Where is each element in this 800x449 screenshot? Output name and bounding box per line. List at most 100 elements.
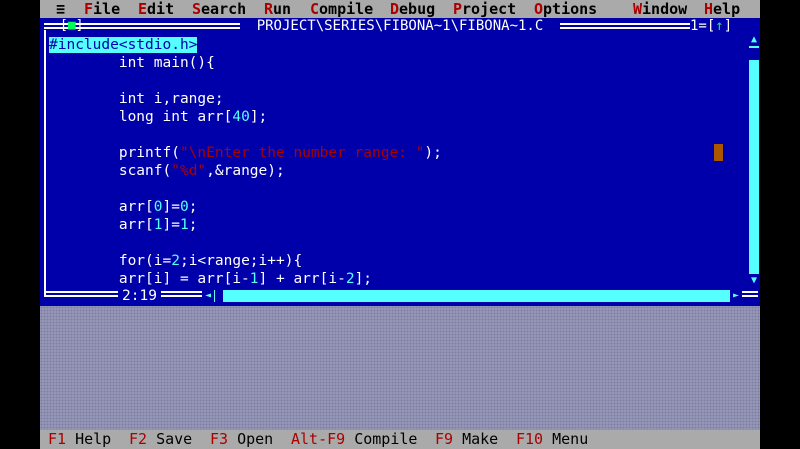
zoom-arrow-icon[interactable]: ↑ (715, 18, 723, 34)
menu-window[interactable]: Window (633, 0, 687, 18)
code-line[interactable]: int main(){ (49, 54, 749, 72)
status-open-key: F3 (210, 430, 229, 448)
code-token: 40 (232, 109, 250, 125)
status-help-key: F1 (48, 430, 67, 448)
code-token: ] + arr[i- (258, 271, 346, 287)
code-token: 0 (179, 199, 189, 215)
code-token: for(i= (118, 253, 172, 269)
status-help-label: Help (66, 430, 112, 448)
menu-options-label: ptions (543, 0, 598, 18)
code-token: ; (188, 217, 198, 233)
status-save-key: F2 (129, 430, 148, 448)
code-line[interactable]: printf("\nEnter the number range: "); (49, 144, 749, 162)
status-bar: F1 Help F2 Save F3 Open Alt-F9 Compile F… (40, 430, 760, 449)
horizontal-scrollbar[interactable] (202, 290, 742, 302)
menu-edit[interactable]: Edit (138, 0, 174, 18)
status-make[interactable]: F9 Make (435, 430, 498, 449)
scroll-down-icon[interactable]: ▼ (749, 274, 759, 288)
close-box-bracket-left: [ (60, 18, 68, 33)
status-open-label: Open (228, 430, 274, 448)
code-line[interactable]: arr[0]=0; (49, 198, 749, 216)
code-token: int main(){ (118, 55, 215, 71)
code-token: arr[ (118, 217, 154, 233)
code-token: ,&range); (206, 163, 285, 179)
code-token: ]= (162, 217, 180, 233)
code-token: scanf( (118, 163, 172, 179)
code-editor[interactable]: #include<stdio.h> int main(){ int i,rang… (49, 36, 749, 288)
close-box-bracket-right: ] (75, 18, 84, 33)
code-line[interactable] (49, 72, 749, 90)
code-line[interactable]: arr[1]=1; (49, 216, 749, 234)
code-line[interactable]: long int arr[40]; (49, 108, 749, 126)
menu-search[interactable]: Search (192, 0, 246, 18)
code-line[interactable] (49, 180, 749, 198)
code-token: ]; (249, 109, 268, 125)
code-line[interactable]: for(i=2;i<range;i++){ (49, 252, 749, 270)
menu-help-label: elp (713, 0, 741, 18)
code-line[interactable]: arr[i] = arr[i-1] + arr[i-2]; (49, 270, 749, 288)
code-token: ]= (162, 199, 180, 215)
code-token: printf( (118, 145, 180, 161)
menu-file[interactable]: File (84, 0, 120, 18)
menu-project[interactable]: Project (453, 0, 516, 18)
editor-window: [■] PROJECT\SERIES\FIBONA~1\FIBONA~1.C 1… (40, 18, 760, 306)
scroll-left-icon[interactable]: ◄ (202, 290, 214, 302)
code-token: 1 (153, 217, 163, 233)
menu-help-hotkey: H (704, 0, 714, 18)
window-title: PROJECT\SERIES\FIBONA~1\FIBONA~1.C (240, 18, 560, 34)
status-open[interactable]: F3 Open (210, 430, 273, 449)
status-menu-label: Menu (543, 430, 589, 448)
code-line[interactable] (49, 126, 749, 144)
window-number: 1=[ (690, 18, 716, 34)
menu-debug[interactable]: Debug (390, 0, 435, 18)
system-menu-icon[interactable]: ≡ (56, 0, 65, 18)
menu-bar: ≡ File Edit Search Run Compile Debug Pro… (40, 0, 760, 18)
text-cursor (714, 144, 723, 161)
code-line[interactable]: #include<stdio.h> (49, 36, 749, 54)
code-token: 1 (179, 217, 189, 233)
menu-run-hotkey: R (264, 0, 274, 18)
menu-run[interactable]: Run (264, 0, 291, 18)
status-help[interactable]: F1 Help (48, 430, 111, 449)
menu-edit-label: dit (147, 0, 175, 18)
menu-run-label: un (273, 0, 292, 18)
code-token: ; (188, 199, 198, 215)
menu-project-hotkey: P (453, 0, 463, 18)
menu-help[interactable]: Help (704, 0, 740, 18)
code-token: arr[i] = arr[i- (118, 271, 250, 287)
vertical-scrollbar[interactable] (749, 34, 759, 288)
code-token: 0 (153, 199, 163, 215)
code-line[interactable]: int i,range; (49, 90, 749, 108)
menu-window-hotkey: W (633, 0, 643, 18)
code-token: arr[ (118, 199, 154, 215)
code-line[interactable]: scanf("%d",&range); (49, 162, 749, 180)
code-line[interactable] (49, 234, 749, 252)
menu-compile[interactable]: Compile (310, 0, 373, 18)
frame-left-border (44, 30, 46, 296)
horizontal-scroll-thumb[interactable] (215, 290, 223, 302)
menu-debug-hotkey: D (390, 0, 400, 18)
code-token: "%d" (171, 163, 207, 179)
code-token: ]; (354, 271, 373, 287)
code-token: "\nEnter the number range: " (179, 145, 425, 161)
menu-compile-hotkey: C (310, 0, 320, 18)
code-token: ); (424, 145, 442, 161)
vertical-scroll-thumb[interactable] (749, 48, 759, 60)
status-compile[interactable]: Alt-F9 Compile (291, 430, 417, 449)
status-menu[interactable]: F10 Menu (516, 430, 588, 449)
status-make-label: Make (453, 430, 499, 448)
scroll-up-icon[interactable]: ▲ (749, 34, 759, 46)
close-box-button[interactable]: [■] (60, 18, 84, 33)
menu-search-label: earch (201, 0, 247, 18)
status-save[interactable]: F2 Save (129, 430, 192, 449)
window-number-zoom[interactable]: 1=[↑] (690, 18, 760, 34)
scroll-right-icon[interactable]: ► (730, 290, 742, 302)
code-token: long int arr[ (118, 109, 233, 125)
menu-options[interactable]: Options (534, 0, 597, 18)
